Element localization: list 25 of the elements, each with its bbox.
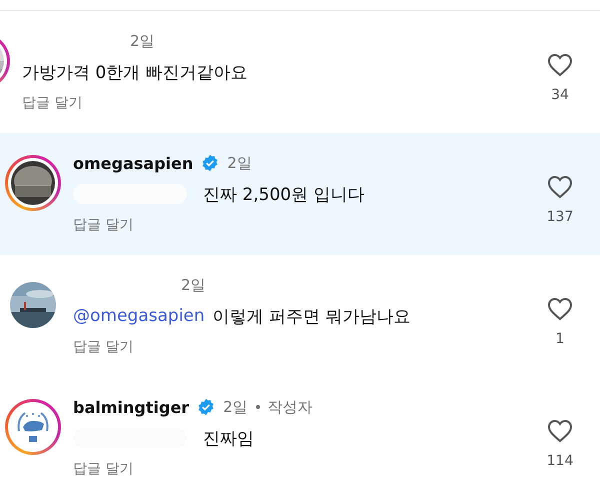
comment-text: 가방가격 0한개 빠진거같아요 xyxy=(22,62,248,84)
reply-button[interactable]: 답글 달기 xyxy=(73,338,134,356)
like-count: 114 xyxy=(546,453,574,469)
username[interactable]: balmingtiger xyxy=(73,398,190,416)
comment-text: 진짜 2,500원 입니다 xyxy=(203,184,364,206)
like-count: 137 xyxy=(546,209,574,225)
heart-icon[interactable] xyxy=(547,297,573,321)
separator-dot xyxy=(256,405,260,409)
comment-text: 진짜임 xyxy=(203,428,254,450)
reply-button[interactable]: 답글 달기 xyxy=(73,216,134,234)
comment-time: 2일 xyxy=(181,276,206,294)
author-label: 작성자 xyxy=(268,398,313,416)
like-count: 34 xyxy=(551,87,569,103)
comment-time: 2일 xyxy=(130,32,155,50)
comment-text: 이렇게 퍼주면 뭐가남나요 xyxy=(212,306,410,328)
heart-icon[interactable] xyxy=(547,175,573,199)
username[interactable]: omegasapien xyxy=(73,154,194,172)
comment-time: 2일 xyxy=(227,154,252,172)
reply-button[interactable]: 답글 달기 xyxy=(73,460,134,478)
reply-button[interactable]: 답글 달기 xyxy=(22,94,82,112)
mention-link[interactable]: @omegasapien xyxy=(73,306,205,326)
heart-icon[interactable] xyxy=(547,419,573,443)
heart-icon[interactable] xyxy=(547,53,573,77)
comment-time: 2일 xyxy=(223,398,248,416)
like-count: 1 xyxy=(556,331,564,347)
